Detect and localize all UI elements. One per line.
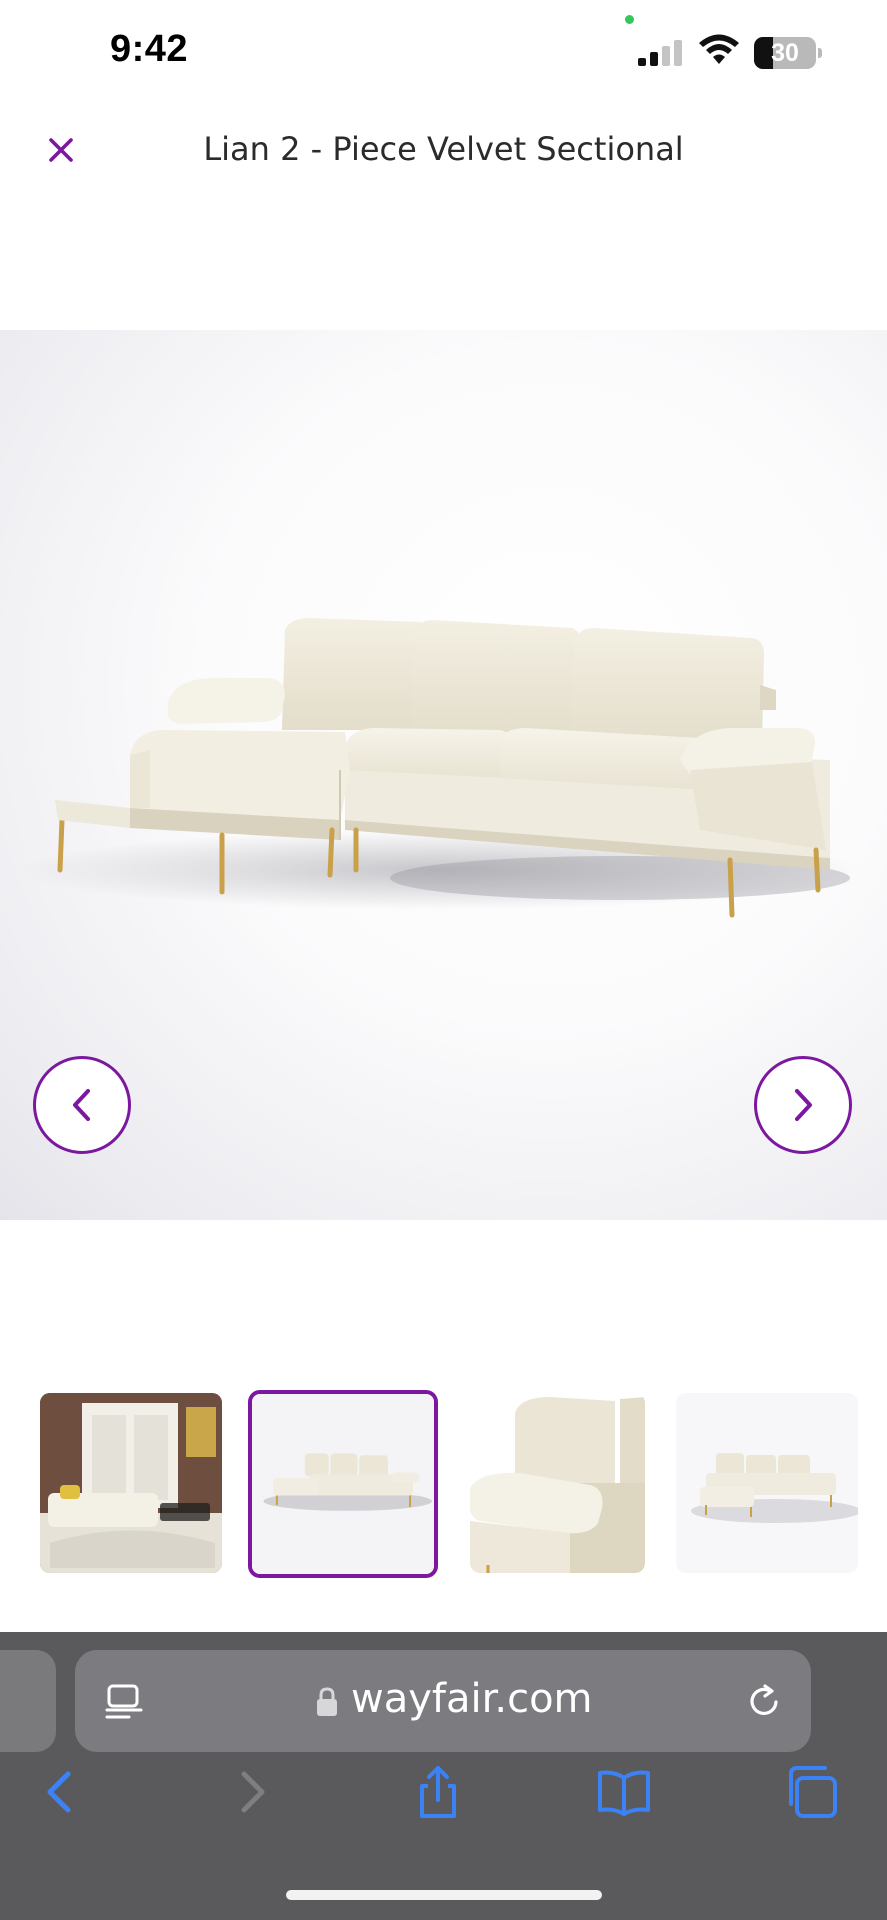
previous-tab-preview[interactable] <box>0 1650 56 1752</box>
forward-button[interactable] <box>222 1762 282 1822</box>
url-text: wayfair.com <box>351 1676 593 1722</box>
battery-icon: 30 <box>754 37 822 69</box>
back-button[interactable] <box>30 1762 90 1822</box>
page-title: Lian 2 - Piece Velvet Sectional <box>203 130 684 168</box>
thumbnail-room-scene[interactable] <box>40 1393 222 1573</box>
close-icon <box>49 138 73 162</box>
camera-indicator-dot <box>625 15 634 24</box>
battery-level: 30 <box>771 39 799 67</box>
bookmarks-icon <box>598 1770 650 1816</box>
address-bar[interactable]: wayfair.com <box>75 1650 811 1752</box>
product-main-image[interactable] <box>0 330 887 1220</box>
status-bar: 9:42 30 <box>0 0 887 100</box>
home-indicator <box>286 1890 602 1900</box>
thumbnail-sectional-angle[interactable] <box>676 1393 858 1573</box>
page-menu-icon[interactable] <box>105 1682 145 1722</box>
previous-image-button[interactable] <box>33 1056 131 1154</box>
share-button[interactable] <box>408 1762 468 1822</box>
next-image-button[interactable] <box>754 1056 852 1154</box>
reload-icon[interactable] <box>743 1680 785 1722</box>
lock-icon <box>317 1687 337 1716</box>
browser-chrome: wayfair.com <box>0 1632 887 1920</box>
share-icon <box>420 1766 456 1818</box>
sectional-sofa-image <box>20 618 860 918</box>
back-icon <box>47 1771 71 1813</box>
chevron-left-icon <box>73 1089 90 1121</box>
thumbnail-strip <box>0 1390 887 1590</box>
bookmarks-button[interactable] <box>594 1762 654 1822</box>
thumbnail-cushion-closeup[interactable] <box>470 1393 645 1573</box>
tabs-button[interactable] <box>781 1762 841 1822</box>
chevron-right-icon <box>795 1089 812 1121</box>
status-time: 9:42 <box>110 28 189 70</box>
wifi-icon <box>699 34 739 64</box>
signal-icon <box>638 40 682 66</box>
tabs-icon <box>789 1766 837 1818</box>
forward-icon <box>241 1771 265 1813</box>
thumbnail-sectional-front[interactable] <box>248 1390 438 1578</box>
close-button[interactable] <box>38 127 84 173</box>
